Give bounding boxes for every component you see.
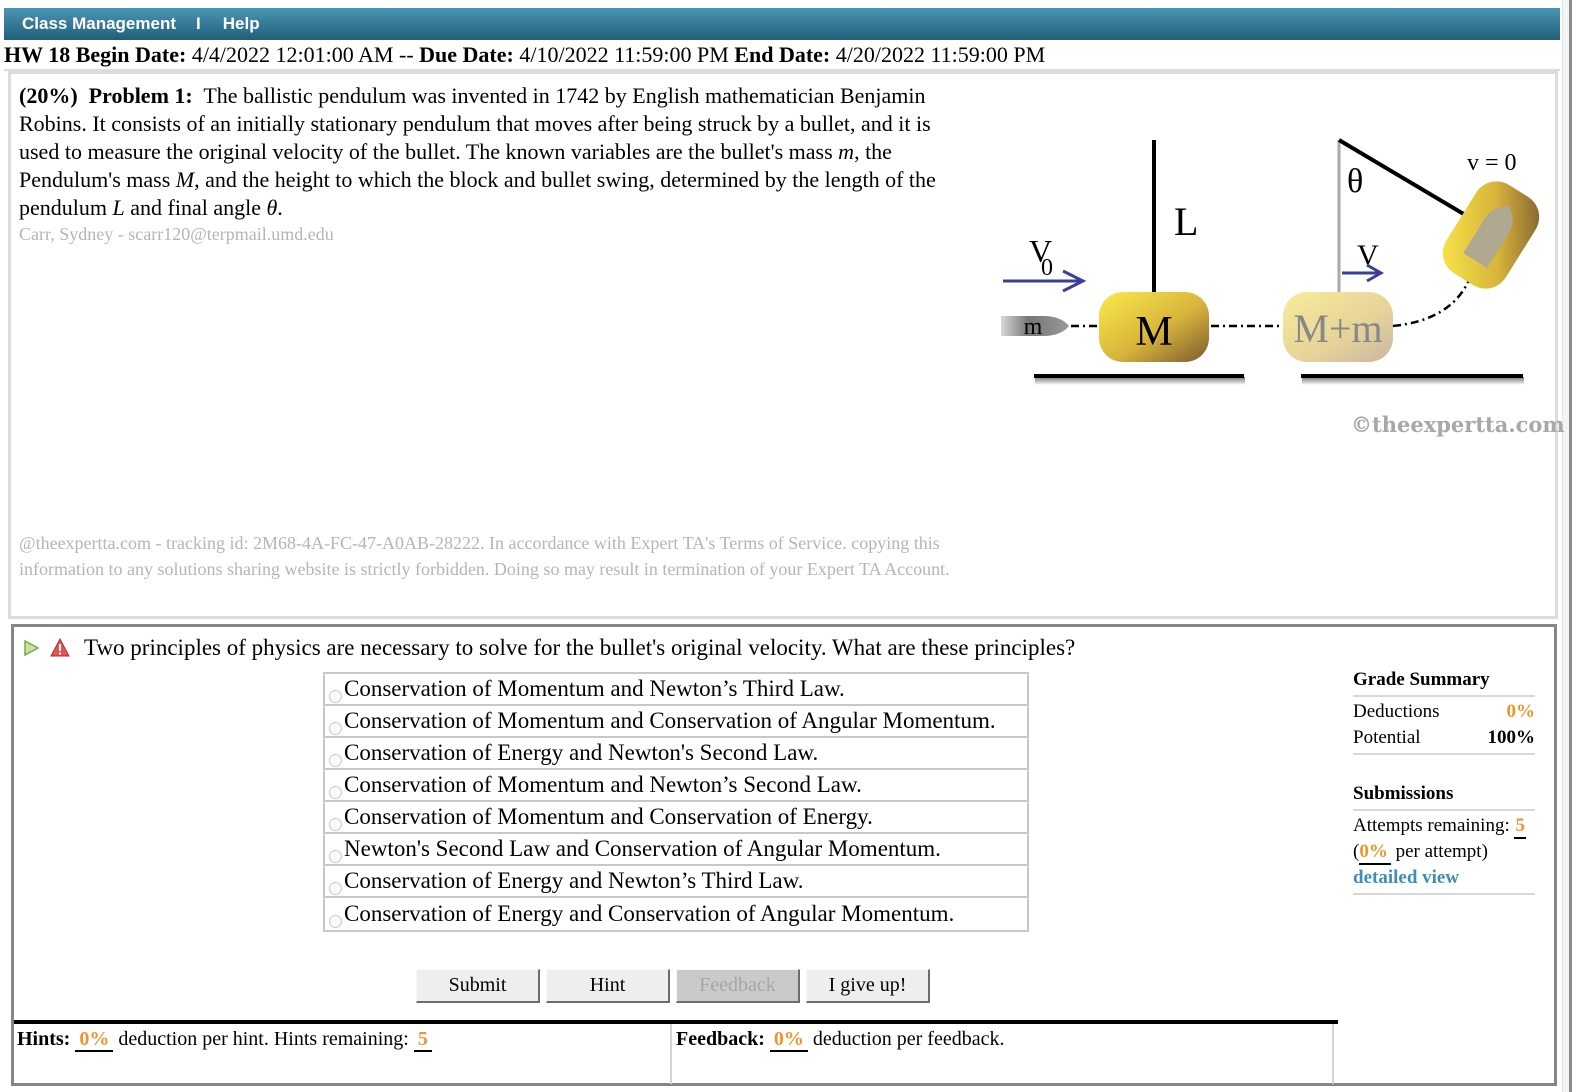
- ballistic-pendulum-figure: L M m V 0 M+m V θ v = 0: [1001, 138, 1540, 385]
- warning-icon: [50, 638, 70, 657]
- hints-feedback-row: Hints: 0% deduction per hint. Hints rema…: [14, 1020, 1338, 1084]
- radio-button[interactable]: [329, 914, 342, 928]
- radio-button[interactable]: [329, 881, 342, 895]
- radio-button[interactable]: [329, 689, 342, 703]
- label-M: M: [1135, 309, 1172, 355]
- potential-value: 100%: [1487, 727, 1536, 748]
- attempts-remaining: 5: [1514, 815, 1526, 839]
- feedback-label: Feedback:: [676, 1028, 765, 1050]
- end-date: 4/20/2022 11:59:00 PM: [835, 42, 1046, 67]
- choice-item[interactable]: Conservation of Momentum and Conservatio…: [325, 706, 1027, 738]
- per-attempt-text: per attempt): [1395, 841, 1488, 862]
- choice-item[interactable]: Conservation of Momentum and Newton’s Se…: [325, 770, 1027, 802]
- question-header: Two principles of physics are necessary …: [22, 633, 1075, 663]
- grade-summary-title: Grade Summary: [1353, 669, 1535, 697]
- label-Mm: M+m: [1293, 306, 1382, 351]
- label-v0-subscript: 0: [1041, 255, 1053, 281]
- radio-button[interactable]: [329, 753, 342, 767]
- choice-label: Newton's Second Law and Conservation of …: [344, 836, 941, 861]
- label-v-zero: v = 0: [1467, 150, 1517, 176]
- hints-text: deduction per hint. Hints remaining:: [118, 1028, 409, 1050]
- radio-button[interactable]: [329, 785, 342, 799]
- label-m: m: [1024, 314, 1043, 340]
- figure-copyright: ©theexpertta.com: [1351, 412, 1565, 437]
- choice-label: Conservation of Momentum and Conservatio…: [344, 708, 996, 733]
- play-icon[interactable]: [22, 639, 40, 657]
- ground-right-shadow: [1302, 377, 1524, 385]
- radio-button[interactable]: [329, 817, 342, 831]
- top-nav-bar: Class Management I Help: [4, 8, 1560, 40]
- choice-item[interactable]: Conservation of Energy and Conservation …: [325, 898, 1027, 930]
- attempts-label: Attempts remaining:: [1353, 815, 1510, 836]
- path-swing: [1392, 279, 1471, 328]
- nav-separator: I: [196, 14, 201, 33]
- var-L: L: [112, 195, 125, 220]
- problem-label: Problem 1:: [88, 83, 193, 108]
- choice-label: Conservation of Energy and Conservation …: [344, 901, 955, 926]
- due-date-label: Due Date:: [419, 42, 514, 67]
- deductions-value: 0%: [1506, 701, 1536, 722]
- problem-text: .: [277, 195, 283, 220]
- hw-name: HW 18: [4, 42, 71, 67]
- nav-help[interactable]: Help: [223, 14, 260, 34]
- choice-label: Conservation of Energy and Newton’s Thir…: [344, 868, 804, 893]
- choice-item[interactable]: Newton's Second Law and Conservation of …: [325, 834, 1027, 866]
- date-dash: --: [399, 42, 414, 67]
- choice-label: Conservation of Energy and Newton's Seco…: [344, 740, 819, 765]
- var-theta: θ: [266, 195, 278, 220]
- nav-class-management[interactable]: Class Management: [22, 14, 176, 34]
- label-theta: θ: [1347, 163, 1363, 200]
- choice-item[interactable]: Conservation of Momentum and Conservatio…: [325, 802, 1027, 834]
- question-box: Two principles of physics are necessary …: [11, 624, 1557, 1086]
- per-attempt-deduction: 0%: [1359, 841, 1391, 865]
- choice-item[interactable]: Conservation of Momentum and Newton’s Th…: [325, 674, 1027, 706]
- ground-left-shadow: [1035, 377, 1245, 385]
- feedback-text: deduction per feedback.: [812, 1028, 1005, 1050]
- choice-label: Conservation of Momentum and Newton’s Th…: [344, 676, 845, 701]
- problem-weight: (20%): [19, 83, 78, 108]
- submit-button[interactable]: Submit: [416, 969, 540, 1003]
- submissions-title: Submissions: [1353, 783, 1535, 811]
- feedback-button[interactable]: Feedback: [676, 969, 800, 1003]
- begin-date: 4/4/2022 12:01:00 AM: [191, 42, 394, 67]
- var-M: M: [175, 167, 195, 192]
- answer-choices: Conservation of Momentum and Newton’s Th…: [323, 672, 1029, 932]
- detailed-view-link[interactable]: detailed view: [1353, 867, 1459, 888]
- assignment-header: HW 18 Begin Date: 4/4/2022 12:01:00 AM -…: [4, 41, 1560, 71]
- end-date-label: End Date:: [734, 42, 831, 67]
- give-up-button[interactable]: I give up!: [806, 969, 930, 1003]
- feedback-info: Feedback: 0% deduction per feedback.: [672, 1024, 1334, 1084]
- hints-info: Hints: 0% deduction per hint. Hints rema…: [14, 1024, 672, 1084]
- action-buttons: Submit Hint Feedback I give up!: [416, 969, 930, 1003]
- problem-box: (20%) Problem 1: The ballistic pendulum …: [8, 71, 1565, 619]
- choice-item[interactable]: Conservation of Energy and Newton’s Thir…: [325, 866, 1027, 898]
- feedback-deduction: 0%: [769, 1028, 808, 1052]
- var-m: m: [838, 139, 855, 164]
- page-scrollbar[interactable]: [1562, 0, 1572, 1092]
- author-line: Carr, Sydney - scarr120@terpmail.umd.edu: [19, 224, 334, 244]
- problem-text: and final angle: [124, 195, 267, 220]
- potential-label: Potential: [1353, 727, 1421, 748]
- choice-item[interactable]: Conservation of Energy and Newton's Seco…: [325, 738, 1027, 770]
- choice-label: Conservation of Momentum and Conservatio…: [344, 804, 873, 829]
- label-L: L: [1174, 199, 1198, 244]
- radio-button[interactable]: [329, 849, 342, 863]
- block-swung: [1442, 181, 1540, 289]
- deductions-label: Deductions: [1353, 701, 1440, 722]
- hints-label: Hints:: [17, 1028, 71, 1050]
- radio-button[interactable]: [329, 721, 342, 735]
- hint-button[interactable]: Hint: [546, 969, 670, 1003]
- question-prompt: Two principles of physics are necessary …: [84, 635, 1076, 660]
- tracking-notice: @theexpertta.com - tracking id: 2M68-4A-…: [19, 533, 950, 579]
- grade-summary: Grade Summary Deductions 0% Potential 100%…: [1353, 669, 1535, 895]
- problem-statement: (20%) Problem 1: The ballistic pendulum …: [19, 82, 969, 222]
- begin-date-label: Begin Date:: [75, 42, 187, 67]
- hints-remaining: 5: [413, 1028, 432, 1052]
- choice-label: Conservation of Momentum and Newton’s Se…: [344, 772, 862, 797]
- hint-deduction: 0%: [75, 1028, 114, 1052]
- due-date: 4/10/2022 11:59:00 PM: [519, 42, 729, 67]
